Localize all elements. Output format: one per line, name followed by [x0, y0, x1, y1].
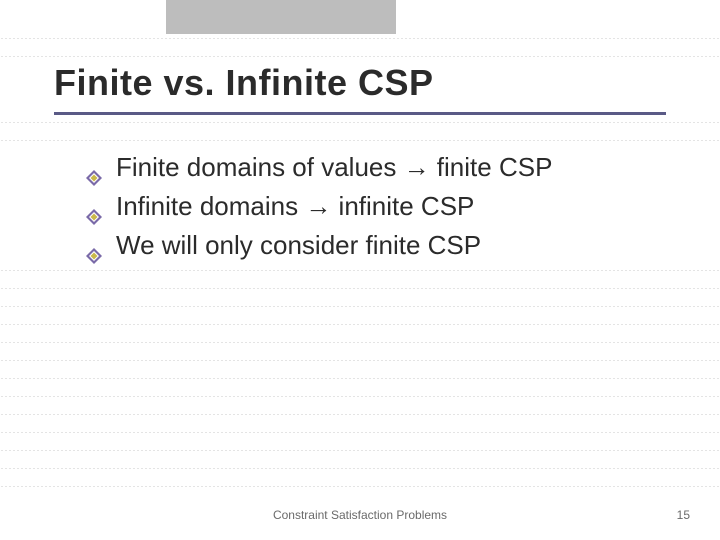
bullet-text: We will only consider finite CSP [116, 228, 481, 263]
slide-root: Finite vs. Infinite CSP Finite domains o… [0, 0, 720, 540]
page-number: 15 [677, 508, 690, 522]
bullet-text: Infinite domains → infinite CSP [116, 189, 474, 224]
list-item: Infinite domains → infinite CSP [86, 189, 660, 224]
decorative-top-tab [166, 0, 396, 34]
slide-title: Finite vs. Infinite CSP [54, 62, 434, 104]
diamond-bullet-icon [86, 199, 102, 215]
list-item: Finite domains of values → finite CSP [86, 150, 660, 185]
slide-body: Finite domains of values → finite CSP In… [86, 150, 660, 267]
diamond-bullet-icon [86, 160, 102, 176]
title-underline [54, 112, 666, 115]
bullet-text: Finite domains of values → finite CSP [116, 150, 552, 185]
diamond-bullet-icon [86, 238, 102, 254]
list-item: We will only consider finite CSP [86, 228, 660, 263]
footer-center-text: Constraint Satisfaction Problems [0, 508, 720, 522]
